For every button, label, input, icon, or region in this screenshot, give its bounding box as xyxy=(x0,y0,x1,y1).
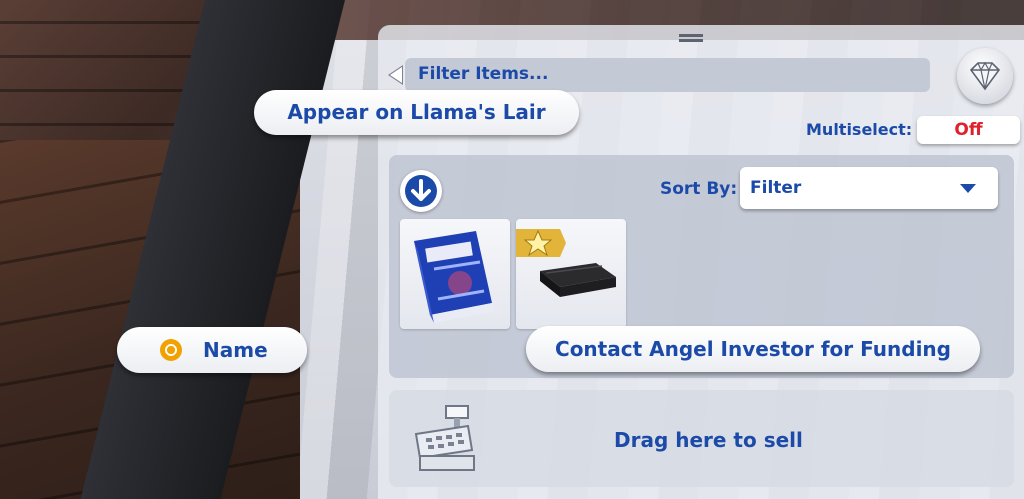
drag-here-to-sell-label: Drag here to sell xyxy=(614,428,803,452)
appear-on-llamas-lair-button[interactable]: Appear on Llama's Lair xyxy=(254,90,579,135)
name-button-label: Name xyxy=(203,338,268,362)
sort-by-label: Sort By: xyxy=(660,179,738,199)
contact-angel-investor-button[interactable]: Contact Angel Investor for Funding xyxy=(526,326,980,372)
star-badge-icon xyxy=(516,229,566,257)
panel-drag-handle[interactable] xyxy=(679,34,703,42)
sort-by-dropdown[interactable]: Filter xyxy=(740,167,998,209)
filter-items-label[interactable]: Filter Items... xyxy=(418,64,548,84)
inventory-item-black-device[interactable] xyxy=(516,219,626,329)
blue-book-item-icon xyxy=(414,231,495,323)
black-device-item-icon xyxy=(540,263,616,297)
multiselect-toggle[interactable]: Off xyxy=(917,116,1020,144)
sort-direction-arrow-icon[interactable] xyxy=(400,170,442,212)
filter-collapse-arrow-icon-fill[interactable] xyxy=(390,67,402,83)
diamond-icon[interactable] xyxy=(957,48,1013,104)
name-button[interactable]: Name xyxy=(117,327,307,373)
multiselect-label: Multiselect: xyxy=(806,120,913,139)
inventory-item-blue-book[interactable] xyxy=(400,219,510,329)
chevron-down-icon xyxy=(960,184,976,193)
cash-register-icon xyxy=(414,405,475,471)
sort-by-value: Filter xyxy=(750,178,802,198)
target-ring-icon xyxy=(160,339,182,361)
